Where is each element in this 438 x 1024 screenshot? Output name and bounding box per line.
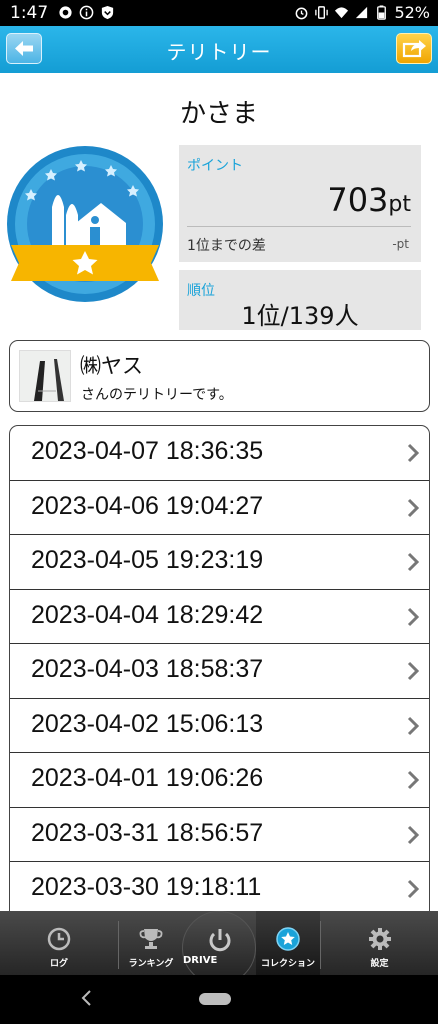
app-header: テリトリー [0,26,438,73]
tab-ranking[interactable]: ランキング [119,911,183,975]
owner-photo-icon [20,351,70,401]
power-icon [209,929,231,952]
status-bar: 1:47 52% [0,0,438,26]
nav-back-icon[interactable] [80,989,94,1007]
chevron-right-icon [407,825,419,844]
chevron-right-icon [407,498,419,517]
owner-name: ㈱ヤス [80,354,143,378]
wifi-icon [335,7,349,19]
tab-label: ランキング [128,959,174,969]
list-item[interactable]: 2023-04-01 19:06:26 [10,753,429,808]
chevron-right-icon [407,716,419,735]
star-icon [276,927,300,951]
visit-time: 2023-04-07 18:36:35 [31,437,264,465]
clock-icon [47,927,71,951]
visit-time: 2023-04-05 19:23:19 [31,546,264,574]
tab-collection[interactable]: コレクション [256,911,320,975]
alarm-icon [296,7,308,20]
territory-name: かさま [179,99,258,129]
list-item[interactable]: 2023-04-05 19:23:19 [10,535,429,590]
home-pill[interactable] [199,993,231,1005]
status-time: 1:47 [10,3,49,23]
tab-label: DRIVE [183,955,218,966]
drive-button[interactable]: DRIVE [182,911,256,985]
point-unit: pt [388,192,411,217]
visit-time: 2023-04-02 15:06:13 [31,709,264,738]
owner-card[interactable]: ㈱ヤス さんのテリトリーです。 [9,340,430,412]
owner-note: さんのテリトリーです。 [81,387,233,403]
chevron-right-icon [407,879,419,899]
notification-icons [58,5,115,20]
message-icon [59,6,72,19]
visit-time: 2023-03-30 19:18:11 [31,873,262,901]
vibrate-icon [315,6,329,19]
point-value: 703pt [327,181,411,219]
rank-value: 1位/139人 [241,302,359,330]
chevron-right-icon [407,661,419,681]
visit-time: 2023-03-31 18:56:57 [31,818,264,847]
list-item[interactable]: 2023-04-03 18:58:37 [10,644,429,699]
list-item[interactable]: 2023-03-30 19:18:11 [10,862,429,911]
territory-badge-icon [7,146,163,302]
tab-label: ログ [49,959,68,969]
gear-icon [368,928,391,950]
list-item[interactable]: 2023-04-04 18:29:42 [10,590,429,644]
chevron-right-icon [407,443,419,463]
shield-icon [101,5,114,20]
point-panel: ポイント 703pt 1位までの差 -pt [179,145,421,262]
visit-time: 2023-04-06 19:04:27 [31,491,264,520]
tab-settings[interactable]: 設定 [321,911,438,975]
battery-icon [377,5,387,20]
share-button[interactable] [396,33,432,64]
visit-time: 2023-04-04 18:29:42 [31,600,264,629]
share-icon [402,40,426,58]
point-label: ポイント [187,158,243,174]
list-item[interactable]: 2023-04-02 15:06:13 [10,699,429,753]
bottom-tab-bar: ログ ランキング DRIVE コレクション 設定 [0,911,438,985]
signal-icon [356,6,368,19]
list-item[interactable]: 2023-03-31 18:56:57 [10,808,429,862]
battery-level: 52% [394,3,430,22]
tab-log[interactable]: ログ [0,911,118,975]
status-right: 52% [294,3,430,22]
territory-content: かさま ポイント 703pt 1位までの差 -pt 順位 1位/139人 ㈱ヤス… [0,73,438,911]
visit-history-list: 2023-04-07 18:36:35 2023-04-06 19:04:27 … [9,425,430,911]
owner-avatar [19,350,71,402]
visit-time: 2023-04-01 19:06:26 [31,764,264,792]
diff-label: 1位までの差 [187,238,266,254]
list-item[interactable]: 2023-04-07 18:36:35 [10,426,429,481]
chevron-right-icon [407,552,419,572]
tab-label: 設定 [370,959,389,969]
list-item[interactable]: 2023-04-06 19:04:27 [10,481,429,535]
chevron-right-icon [407,770,419,790]
visit-time: 2023-04-03 18:58:37 [31,655,264,683]
rank-panel: 順位 1位/139人 [179,270,421,330]
divider [187,226,411,227]
chevron-right-icon [407,607,419,626]
system-nav-bar [0,975,438,1024]
info-icon [79,5,94,20]
page-title: テリトリー [166,40,272,64]
point-number: 703 [327,181,389,219]
trophy-icon [139,929,163,949]
diff-value: -pt [392,237,409,251]
tab-label: コレクション [260,959,315,969]
